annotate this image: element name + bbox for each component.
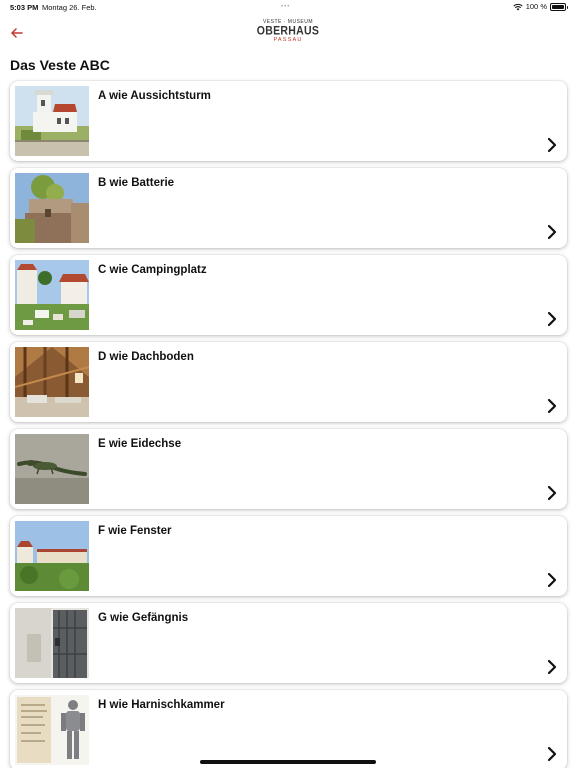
chevron-right-icon xyxy=(547,746,557,762)
chevron-right-icon xyxy=(547,485,557,501)
back-button[interactable] xyxy=(8,24,26,42)
campsite-thumbnail xyxy=(15,260,89,330)
museum-logo: VESTE · MUSEUM OBERHAUS PASSAU xyxy=(250,20,326,43)
list-item-title: D wie Dachboden xyxy=(98,351,194,363)
arrow-left-icon xyxy=(11,28,23,38)
chevron-right-icon xyxy=(547,398,557,414)
chevron-right-icon xyxy=(547,137,557,153)
lizard-thumbnail xyxy=(15,434,89,504)
chevron-right-icon xyxy=(547,311,557,327)
list-item-title: F wie Fenster xyxy=(98,525,172,537)
list-item-title: A wie Aussichtsturm xyxy=(98,90,211,102)
window-thumbnail xyxy=(15,521,89,591)
list-item[interactable]: B wie Batterie xyxy=(10,168,567,248)
list-item[interactable]: A wie Aussichtsturm xyxy=(10,81,567,161)
logo-line-3: PASSAU xyxy=(273,36,303,43)
battery-percent: 100 % xyxy=(525,2,547,11)
list-item-title: B wie Batterie xyxy=(98,177,175,189)
list-item[interactable]: G wie Gefängnis xyxy=(10,603,567,683)
list-item[interactable]: E wie Eidechse xyxy=(10,429,567,509)
list-item-title: C wie Campingplatz xyxy=(98,264,207,276)
list-item[interactable]: H wie Harnischkammer xyxy=(10,690,567,768)
status-date: Montag 26. Feb. xyxy=(42,3,97,12)
battery-icon xyxy=(550,2,568,11)
chevron-right-icon xyxy=(547,659,557,675)
page-title: Das Veste ABC xyxy=(10,57,110,73)
tower-thumbnail xyxy=(15,86,89,156)
list-item-title: H wie Harnischkammer xyxy=(98,699,225,711)
nav-header: VESTE · MUSEUM OBERHAUS PASSAU xyxy=(0,14,576,52)
status-bar: 5:03 PM Montag 26. Feb. ••• 100 % xyxy=(0,0,576,14)
list-item[interactable]: D wie Dachboden xyxy=(10,342,567,422)
list-item-title: G wie Gefängnis xyxy=(98,612,189,624)
multitasking-dots-icon[interactable]: ••• xyxy=(281,4,290,10)
list-item[interactable]: C wie Campingplatz xyxy=(10,255,567,335)
battery-thumbnail xyxy=(15,173,89,243)
list-item[interactable]: F wie Fenster xyxy=(10,516,567,596)
chevron-right-icon xyxy=(547,572,557,588)
status-right: 100 % xyxy=(513,2,568,11)
logo-line-2: OBERHAUS xyxy=(256,24,320,38)
prison-thumbnail xyxy=(15,608,89,678)
home-indicator[interactable] xyxy=(200,760,376,764)
status-time: 5:03 PM xyxy=(10,3,39,12)
chevron-right-icon xyxy=(547,224,557,240)
armory-thumbnail xyxy=(15,695,89,765)
wifi-icon xyxy=(513,3,523,10)
attic-thumbnail xyxy=(15,347,89,417)
list-item-title: E wie Eidechse xyxy=(98,438,182,450)
